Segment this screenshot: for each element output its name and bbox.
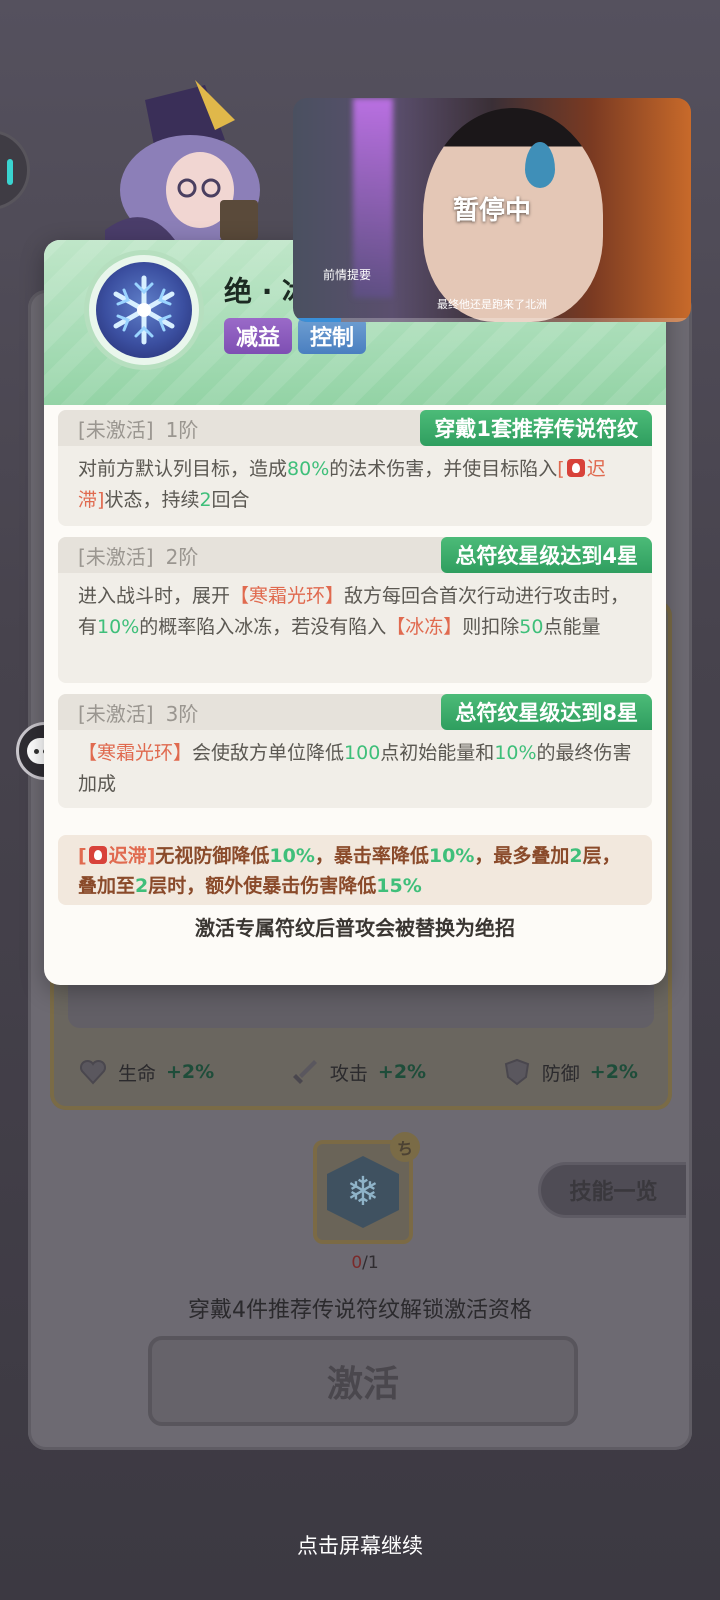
tier-level: 3阶 — [165, 701, 199, 726]
stat-value: +2% — [377, 1061, 427, 1083]
sweat-drop-icon — [525, 142, 555, 188]
tier-description: 对前方默认列目标，造成80%的法术伤害，并使目标陷入[迟滞]状态，持续2回合 — [78, 458, 606, 511]
stat-label: 防御 — [541, 1062, 580, 1085]
character-illustration — [105, 80, 260, 260]
stat-attack: 攻击 +2% — [290, 1057, 426, 1087]
tier-level: 2阶 — [165, 544, 199, 569]
tier-header: [未激活] 3阶 总符纹星级达到8星 — [58, 694, 652, 730]
rune-count-current: 0 — [351, 1253, 363, 1273]
rune-count-total: /1 — [362, 1253, 379, 1273]
slow-status-icon — [566, 459, 585, 477]
tag-debuff: 减益 — [224, 318, 293, 354]
tier-requirement: 总符纹星级达到8星 — [441, 694, 652, 730]
skill-icon-frame — [84, 250, 204, 370]
tier-2: [未激活] 2阶 总符纹星级达到4星 进入战斗时，展开【寒霜光环】敌方每回合首次… — [58, 537, 652, 683]
video-progress-fill — [293, 318, 341, 322]
tier-3: [未激活] 3阶 总符纹星级达到8星 【寒霜光环】会使敌方单位降低100点初始能… — [58, 694, 652, 808]
snowflake-icon — [96, 262, 192, 358]
rune-count: 0/1 — [340, 1253, 390, 1273]
recap-label: 前情提要 — [323, 268, 372, 282]
shield-icon — [504, 1058, 529, 1086]
tier-status: [未激活] — [78, 701, 154, 726]
tier-status: [未激活] — [78, 417, 154, 442]
tier-level: 1阶 — [165, 417, 199, 442]
tier-header: [未激活] 2阶 总符纹星级达到4星 — [58, 537, 652, 573]
stat-defense: 防御 +2% — [502, 1057, 638, 1087]
tier-1: [未激活] 1阶 穿戴1套推荐传说符纹 对前方默认列目标，造成80%的法术伤害，… — [58, 410, 652, 526]
status-note: [迟滞]无视防御降低10%，暴击率降低10%，最多叠加2层，叠加至2层时，额外使… — [58, 835, 652, 905]
skill-tags: 减益 控制 — [224, 318, 367, 354]
stat-label: 攻击 — [329, 1062, 368, 1085]
tier-requirement: 穿戴1套推荐传说符纹 — [420, 410, 652, 446]
unlock-tip: 穿戴4件推荐传说符纹解锁激活资格 — [188, 1298, 532, 1323]
tier-status: [未激活] — [78, 544, 154, 569]
video-subtitle: 最终他还是跑来了北洲 — [437, 298, 547, 311]
stat-value: +2% — [589, 1061, 638, 1083]
replace-attack-tip: 激活专属符纹后普攻会被替换为绝招 — [195, 916, 515, 940]
tier-requirement: 总符纹星级达到4星 — [441, 537, 652, 573]
tap-to-continue[interactable]: 点击屏幕继续 — [0, 1530, 720, 1560]
paused-label: 暂停中 — [452, 196, 531, 226]
stat-value: +2% — [166, 1061, 215, 1083]
tier-description: 进入战斗时，展开【寒霜光环】敌方每回合首次行动进行攻击时，有10%的概率陷入冰冻… — [78, 585, 630, 638]
sword-icon — [292, 1060, 317, 1084]
activate-button[interactable]: 激活 — [148, 1336, 578, 1426]
skill-list-button[interactable]: 技能一览 — [538, 1162, 686, 1218]
snowflake-icon: ❄ — [327, 1156, 399, 1228]
heart-icon — [79, 1059, 107, 1085]
tag-control: 控制 — [298, 318, 367, 354]
slow-status-icon — [88, 846, 107, 864]
skill-detail-popup: 绝 · 冰 减益 控制 [未激活] 1阶 穿戴1套推荐传说符纹 对前方默认列目标… — [44, 240, 666, 985]
stat-bonus-row: 生命 +2% 攻击 +2% 防御 +2% — [78, 1052, 638, 1092]
rune-badge-icon: ち — [390, 1132, 420, 1162]
video-progress-bar[interactable] — [293, 318, 691, 322]
tier-description: 【寒霜光环】会使敌方单位降低100点初始能量和10%的最终伤害加成 — [78, 742, 632, 795]
stat-label: 生命 — [118, 1062, 157, 1085]
tier-header: [未激活] 1阶 穿戴1套推荐传说符纹 — [58, 410, 652, 446]
stat-hp: 生命 +2% — [78, 1057, 214, 1087]
floating-video-player[interactable]: 暂停中 前情提要 最终他还是跑来了北洲 — [293, 98, 691, 322]
